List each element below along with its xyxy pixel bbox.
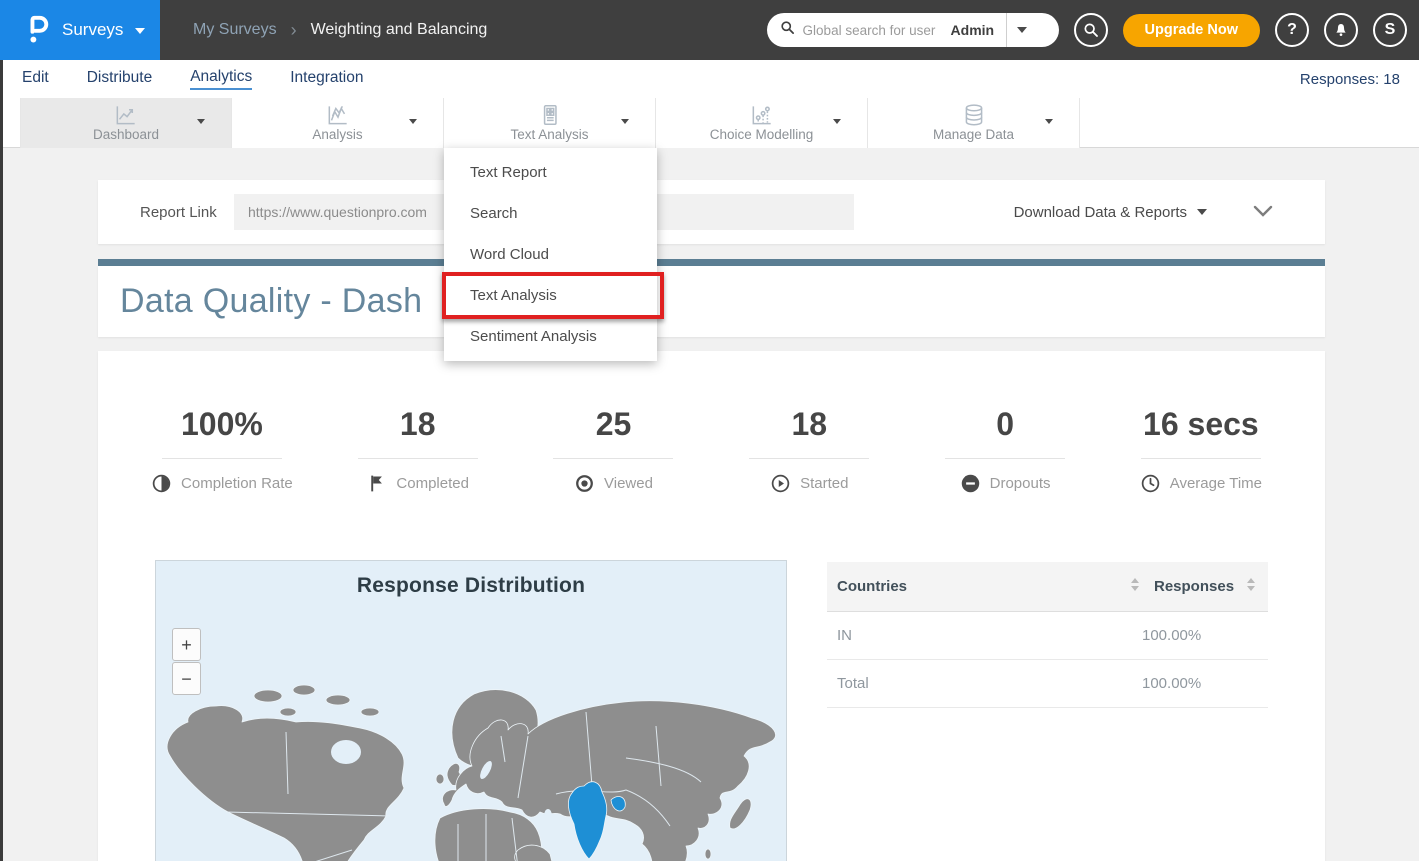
eye-icon <box>574 473 595 494</box>
minus-circle-icon <box>960 473 981 494</box>
stat-completion-rate: 100% Completion Rate <box>124 407 320 494</box>
sort-icon[interactable] <box>1246 577 1256 597</box>
table-row: IN 100.00% <box>827 612 1268 660</box>
flag-icon <box>366 473 387 494</box>
chevron-down-icon <box>197 119 205 124</box>
clock-icon <box>1140 473 1161 494</box>
chevron-down-icon <box>621 119 629 124</box>
stat-average-time: 16 secs Average Time <box>1103 407 1299 494</box>
stat-dropouts: 0 Dropouts <box>907 407 1103 494</box>
collapse-chevron-icon[interactable] <box>1253 204 1273 222</box>
column-header-countries[interactable]: Countries <box>837 578 1124 595</box>
stat-completed: 18 Completed <box>320 407 516 494</box>
search-scope-label: Admin <box>951 22 1007 38</box>
menu-item-sentiment-analysis[interactable]: Sentiment Analysis <box>444 316 657 357</box>
product-menu-label: Surveys <box>62 20 123 40</box>
column-header-responses[interactable]: Responses <box>1154 578 1240 595</box>
survey-stats-row: 100% Completion Rate 18 Completed 25 <box>124 407 1299 494</box>
questionpro-logo-icon <box>26 11 50 50</box>
tab-text-analysis[interactable]: Text Analysis <box>444 98 656 148</box>
dashboard-main-card: 100% Completion Rate 18 Completed 25 <box>98 351 1325 861</box>
responses-count: Responses: 18 <box>1300 60 1400 98</box>
breadcrumb: My Surveys › Weighting and Balancing <box>193 0 487 60</box>
tab-dashboard[interactable]: Dashboard <box>20 98 232 148</box>
notifications-bell-button[interactable] <box>1324 13 1358 47</box>
text-analysis-dropdown-menu: Text Report Search Word Cloud Text Analy… <box>444 148 657 361</box>
top-bar: Surveys My Surveys › Weighting and Balan… <box>0 0 1419 60</box>
section-divider-bar <box>98 259 1325 266</box>
bell-icon <box>1333 22 1349 38</box>
help-button[interactable]: ? <box>1275 13 1309 47</box>
questionpro-dashboard-screen: Surveys My Surveys › Weighting and Balan… <box>0 0 1419 861</box>
sort-icon[interactable] <box>1130 577 1140 597</box>
user-avatar-button[interactable]: S <box>1373 13 1407 47</box>
response-distribution-map[interactable]: Response Distribution + − <box>155 560 787 861</box>
map-zoom-in-button[interactable]: + <box>172 628 201 661</box>
search-icon <box>780 20 795 40</box>
map-title: Response Distribution <box>156 574 786 598</box>
breadcrumb-parent-link[interactable]: My Surveys <box>193 21 277 39</box>
page-title: Data Quality - Dash <box>120 266 422 337</box>
chevron-down-icon <box>409 119 417 124</box>
surveys-product-menu[interactable]: Surveys <box>0 0 160 60</box>
menu-item-text-report[interactable]: Text Report <box>444 152 657 193</box>
stat-started: 18 Started <box>711 407 907 494</box>
chevron-down-icon <box>1197 209 1207 215</box>
report-link-card: Report Link Download Data & Reports <box>98 180 1325 244</box>
tab-manage-data[interactable]: Manage Data <box>868 98 1080 148</box>
report-link-label: Report Link <box>140 180 217 244</box>
stat-viewed: 25 Viewed <box>516 407 712 494</box>
analytics-tab-strip: Dashboard Analysis Text Analysis Choice … <box>0 98 1419 148</box>
download-data-reports-dropdown[interactable]: Download Data & Reports <box>1014 180 1207 244</box>
window-edge <box>0 60 3 861</box>
page-title-panel: Data Quality - Dash <box>98 266 1325 337</box>
tab-choice-modelling[interactable]: Choice Modelling <box>656 98 868 148</box>
global-search-box[interactable]: Admin <box>767 13 1059 47</box>
play-circle-icon <box>770 473 791 494</box>
countries-responses-table: Countries Responses IN 100.00% Total 100… <box>827 562 1268 708</box>
search-scope-dropdown[interactable] <box>1007 13 1037 47</box>
chevron-down-icon <box>135 28 145 34</box>
table-header-row: Countries Responses <box>827 562 1268 612</box>
chevron-down-icon <box>1017 27 1027 33</box>
nav-distribute[interactable]: Distribute <box>87 69 152 89</box>
upgrade-now-button[interactable]: Upgrade Now <box>1123 14 1260 47</box>
search-button[interactable] <box>1074 13 1108 47</box>
global-search-input[interactable] <box>803 23 951 38</box>
chevron-down-icon <box>833 119 841 124</box>
nav-analytics-active[interactable]: Analytics <box>190 68 252 90</box>
menu-item-search[interactable]: Search <box>444 193 657 234</box>
chevron-down-icon <box>1045 119 1053 124</box>
tab-analysis[interactable]: Analysis <box>232 98 444 148</box>
top-bar-actions: Admin Upgrade Now ? S <box>767 13 1407 47</box>
table-row: Total 100.00% <box>827 660 1268 708</box>
menu-item-word-cloud[interactable]: Word Cloud <box>444 234 657 275</box>
nav-integration[interactable]: Integration <box>290 69 363 89</box>
nav-edit[interactable]: Edit <box>22 69 49 89</box>
menu-item-text-analysis-highlighted[interactable]: Text Analysis <box>444 275 657 316</box>
world-map-chart[interactable] <box>156 666 787 861</box>
completion-rate-icon <box>151 473 172 494</box>
breadcrumb-separator-icon: › <box>291 20 297 41</box>
breadcrumb-current: Weighting and Balancing <box>311 21 488 39</box>
survey-nav-bar: Edit Distribute Analytics Integration Re… <box>0 60 1419 98</box>
